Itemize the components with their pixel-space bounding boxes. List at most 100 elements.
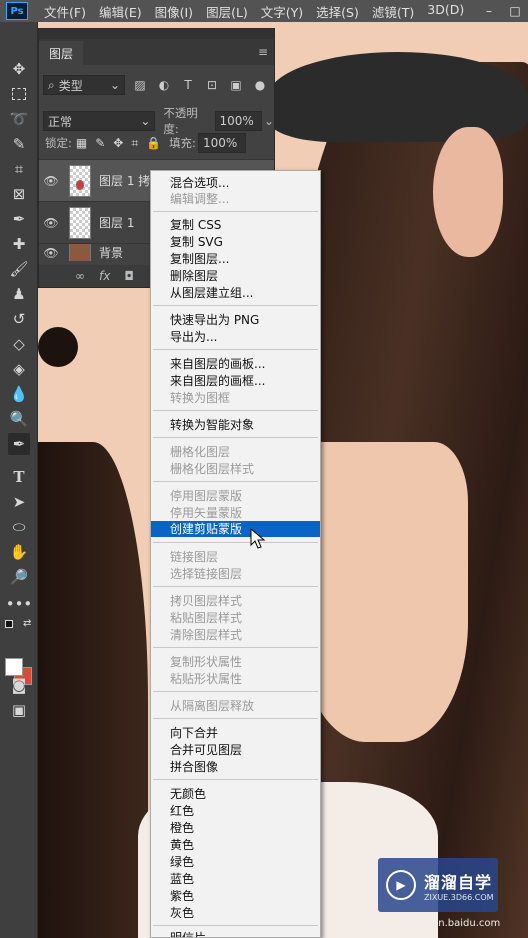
hand-tool-icon[interactable]: ✋ <box>8 541 30 563</box>
menu-separator <box>153 410 318 411</box>
mouse-cursor-icon <box>250 528 266 549</box>
menu-item-copy-css[interactable]: 复制 CSS <box>151 217 320 233</box>
layer-name: 背景 <box>99 246 124 260</box>
portrait-thumbnail-icon <box>76 179 84 190</box>
menu-item-merge-visible[interactable]: 合并可见图层 <box>151 742 320 758</box>
blend-mode-select[interactable]: 正常 ⌄ <box>43 111 156 131</box>
visibility-eye-icon[interactable]: 👁 <box>39 174 63 188</box>
lock-all-icon[interactable]: 🔒 <box>146 136 161 150</box>
menu-item-release-from-isolation: 从隔离图层释放 <box>170 699 255 713</box>
paint-bucket-icon[interactable]: ◈ <box>8 358 30 380</box>
marquee-tool-icon[interactable] <box>8 83 30 105</box>
menu-item-paste-layer-style: 粘贴图层样式 <box>170 611 243 625</box>
swap-colors-icon[interactable]: ⇄ <box>23 618 31 629</box>
menu-item-export-as[interactable]: 导出为... <box>151 329 320 345</box>
search-icon: ⌕ <box>48 77 55 92</box>
fill-input[interactable]: 100% <box>197 133 246 153</box>
link-layers-icon[interactable]: ∞ <box>75 269 85 283</box>
quick-select-tool-icon[interactable]: ✎ <box>8 133 30 155</box>
eyedropper-tool-icon[interactable]: ✒ <box>8 208 30 230</box>
zoom-tool-icon[interactable]: 🔎 <box>8 566 30 588</box>
eraser-tool-icon[interactable]: ◇ <box>8 333 30 355</box>
menu-item-color-none[interactable]: 无颜色 <box>151 786 320 802</box>
stamp-tool-icon[interactable]: ♟ <box>8 283 30 305</box>
dodge-tool-icon[interactable]: 🔍 <box>8 408 30 430</box>
layer-name: 图层 1 拷 <box>99 174 151 188</box>
opacity-input[interactable]: 100% <box>214 111 262 131</box>
menu-item-duplicate-layer[interactable]: 复制图层... <box>151 251 320 267</box>
menu-item-color-yellow[interactable]: 黄色 <box>151 837 320 853</box>
tab-layers[interactable]: 图层 <box>39 41 84 65</box>
menu-layer[interactable]: 图层(L) <box>206 2 248 21</box>
menu-edit[interactable]: 编辑(E) <box>99 2 142 21</box>
layer-style-icon[interactable]: fx <box>99 269 110 283</box>
lasso-tool-icon[interactable]: ➰ <box>8 108 30 130</box>
menu-select[interactable]: 选择(S) <box>316 2 359 21</box>
menu-item-artboard-from-layers[interactable]: 来自图层的画板... <box>151 356 320 372</box>
filter-type-icon[interactable]: T <box>179 76 197 94</box>
opacity-dropdown-icon[interactable]: ⌄ <box>264 114 274 128</box>
panel-menu-icon[interactable]: ≡ <box>258 45 268 59</box>
filter-shape-icon[interactable]: ⊡ <box>203 76 221 94</box>
menu-item-color-violet[interactable]: 紫色 <box>151 888 320 904</box>
minimize-button[interactable]: – <box>476 0 502 22</box>
menu-item-color-blue[interactable]: 蓝色 <box>151 871 320 887</box>
type-tool-icon[interactable]: T <box>8 466 30 488</box>
crop-tool-icon[interactable]: ⌗ <box>8 158 30 180</box>
menu-item-postcard[interactable]: 明信片 <box>151 930 320 937</box>
lock-artboard-icon[interactable]: ⌗ <box>131 136 138 151</box>
visibility-eye-icon[interactable]: 👁 <box>39 246 63 260</box>
menu-separator <box>153 211 318 212</box>
menu-item-color-gray[interactable]: 灰色 <box>151 905 320 921</box>
menu-3d[interactable]: 3D(D) <box>427 2 464 21</box>
filter-smart-object-icon[interactable]: ▣ <box>227 76 245 94</box>
menu-image[interactable]: 图像(I) <box>155 2 193 21</box>
lock-paint-icon[interactable]: ✎ <box>95 136 105 150</box>
menu-item-quick-export-png[interactable]: 快速导出为 PNG <box>151 312 320 328</box>
healing-brush-icon[interactable]: ✚ <box>8 233 30 255</box>
menu-item-merge-down[interactable]: 向下合并 <box>151 725 320 741</box>
filter-pixel-icon[interactable]: ▨ <box>131 76 149 94</box>
filter-kind-select[interactable]: ⌕ 类型 ⌄ <box>43 75 125 95</box>
menu-item-color-green[interactable]: 绿色 <box>151 854 320 870</box>
lock-label: 锁定: <box>45 136 72 150</box>
menu-item-flatten-image[interactable]: 拼合图像 <box>151 759 320 775</box>
history-brush-icon[interactable]: ↺ <box>8 308 30 330</box>
add-mask-icon[interactable]: ◘ <box>124 269 134 283</box>
menu-file[interactable]: 文件(F) <box>44 2 86 21</box>
screen-mode-icon[interactable]: ▣ <box>8 699 30 721</box>
pen-tool-icon[interactable]: ✒ <box>8 433 30 455</box>
filter-toggle-icon[interactable]: ● <box>251 76 269 94</box>
menu-item-group-from-layers[interactable]: 从图层建立组... <box>151 285 320 301</box>
menu-separator <box>153 305 318 306</box>
menu-item-disable-vector-mask: 停用矢量蒙版 <box>170 506 243 520</box>
tools-panel: ✥ ➰ ✎ ⌗ ⊠ ✒ ✚ 🖌 ♟ ↺ ◇ ◈ 💧 🔍 ✒ T ➤ ⬭ ✋ 🔎 … <box>0 22 38 938</box>
menu-item-color-orange[interactable]: 橙色 <box>151 820 320 836</box>
menu-item-frame-from-layers[interactable]: 来自图层的画框... <box>151 373 320 389</box>
menu-filter[interactable]: 滤镜(T) <box>372 2 414 21</box>
menu-item-blending-options[interactable]: 混合选项... <box>151 175 320 191</box>
more-tools-icon[interactable]: ••• <box>6 593 33 615</box>
menu-item-copy-layer-style: 拷贝图层样式 <box>170 594 243 608</box>
layer-thumbnail <box>69 206 91 239</box>
menu-item-delete-layer[interactable]: 删除图层 <box>151 268 320 284</box>
quick-mask-icon[interactable]: ◙ <box>8 674 30 696</box>
menu-item-create-clipping-mask[interactable]: 创建剪贴蒙版 <box>151 521 320 537</box>
maximize-button[interactable]: □ <box>502 0 528 22</box>
panel-collapse-bar[interactable] <box>39 29 274 39</box>
default-colors-icon[interactable] <box>5 620 13 628</box>
lock-position-icon[interactable]: ✥ <box>113 136 123 150</box>
path-select-icon[interactable]: ➤ <box>8 491 30 513</box>
menu-item-convert-smart-object[interactable]: 转换为智能对象 <box>151 417 320 433</box>
menu-item-color-red[interactable]: 红色 <box>151 803 320 819</box>
menu-item-copy-svg[interactable]: 复制 SVG <box>151 234 320 250</box>
brush-tool-icon[interactable]: 🖌 <box>8 258 30 280</box>
lock-transparent-icon[interactable]: ▦ <box>76 136 87 150</box>
visibility-eye-icon[interactable]: 👁 <box>39 216 63 230</box>
filter-adjustment-icon[interactable]: ◐ <box>155 76 173 94</box>
ellipse-tool-icon[interactable]: ⬭ <box>8 516 30 538</box>
frame-tool-icon[interactable]: ⊠ <box>8 183 30 205</box>
blur-tool-icon[interactable]: 💧 <box>8 383 30 405</box>
menu-type[interactable]: 文字(Y) <box>261 2 303 21</box>
move-tool-icon[interactable]: ✥ <box>8 58 30 80</box>
